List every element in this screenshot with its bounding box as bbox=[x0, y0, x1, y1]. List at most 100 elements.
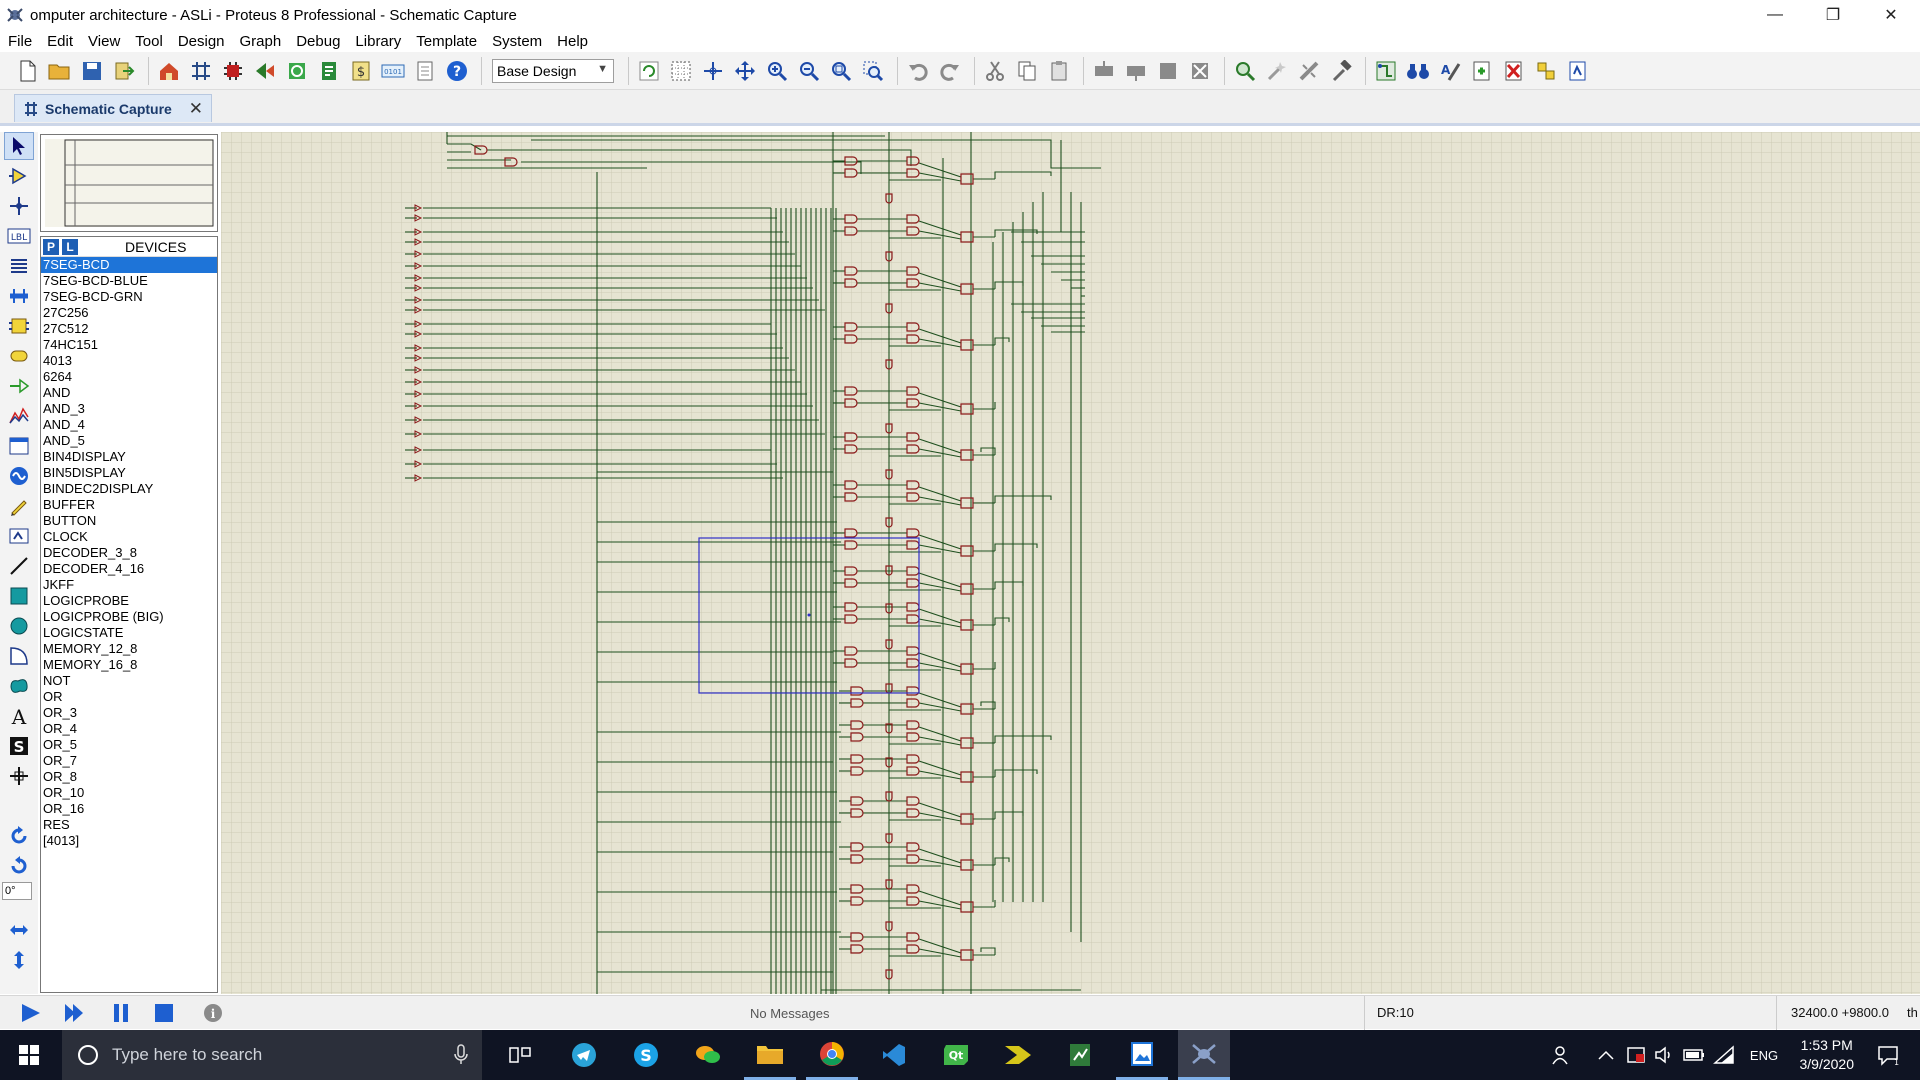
junction-mode-button[interactable] bbox=[4, 192, 34, 220]
terminal-app[interactable] bbox=[992, 1030, 1044, 1080]
bill-of-materials-button[interactable]: $ bbox=[347, 57, 375, 85]
device-list-item[interactable]: BIN4DISPLAY bbox=[41, 449, 217, 465]
volume-button[interactable] bbox=[1650, 1030, 1678, 1080]
3d-viewer-button[interactable] bbox=[251, 57, 279, 85]
device-list-item[interactable]: JKFF bbox=[41, 577, 217, 593]
terminals-mode-button[interactable] bbox=[4, 342, 34, 370]
device-list-item[interactable]: 74HC151 bbox=[41, 337, 217, 353]
tape-recorder-mode-button[interactable] bbox=[4, 432, 34, 460]
line-mode-button[interactable] bbox=[4, 552, 34, 580]
security-tray-icon[interactable] bbox=[1622, 1030, 1650, 1080]
device-list-item[interactable]: 7SEG-BCD-GRN bbox=[41, 289, 217, 305]
new-sheet-button[interactable] bbox=[1468, 57, 1496, 85]
remove-sheet-button[interactable] bbox=[1500, 57, 1528, 85]
library-manager-button[interactable]: L bbox=[62, 238, 78, 255]
proteus-app[interactable] bbox=[1178, 1030, 1230, 1080]
menu-design[interactable]: Design bbox=[178, 33, 225, 50]
step-simulation-button[interactable] bbox=[62, 1002, 88, 1024]
design-variant-select[interactable]: Base Design ▼ bbox=[492, 58, 614, 83]
menu-template[interactable]: Template bbox=[416, 33, 477, 50]
start-button[interactable] bbox=[0, 1030, 58, 1080]
search-tag-button[interactable] bbox=[1404, 57, 1432, 85]
import-button[interactable] bbox=[110, 57, 138, 85]
input-language-indicator[interactable]: ENG bbox=[1744, 1030, 1784, 1080]
device-list-item[interactable]: BUTTON bbox=[41, 513, 217, 529]
restore-button[interactable]: ❐ bbox=[1804, 0, 1862, 30]
marker-mode-button[interactable] bbox=[4, 762, 34, 790]
close-tab-icon[interactable]: ✕ bbox=[189, 99, 203, 119]
device-list-item[interactable]: 4013 bbox=[41, 353, 217, 369]
zoom-in-button[interactable] bbox=[763, 57, 791, 85]
redo-button[interactable] bbox=[936, 57, 964, 85]
battery-button[interactable] bbox=[1680, 1030, 1708, 1080]
taskbar-search-box[interactable]: Type here to search bbox=[62, 1030, 482, 1080]
device-list-item[interactable]: LOGICSTATE bbox=[41, 625, 217, 641]
notes-button[interactable] bbox=[411, 57, 439, 85]
block-move-button[interactable] bbox=[1122, 57, 1150, 85]
wechat-app[interactable] bbox=[682, 1030, 734, 1080]
menu-graph[interactable]: Graph bbox=[240, 33, 282, 50]
vscode-app[interactable] bbox=[868, 1030, 920, 1080]
action-center-button[interactable]: 1 bbox=[1868, 1030, 1908, 1080]
tab-schematic-capture[interactable]: Schematic Capture ✕ bbox=[14, 94, 212, 122]
text-script-mode-button[interactable] bbox=[4, 252, 34, 280]
device-list-item[interactable]: 7SEG-BCD-BLUE bbox=[41, 273, 217, 289]
schematic-button[interactable] bbox=[187, 57, 215, 85]
pan-button[interactable] bbox=[731, 57, 759, 85]
selection-mode-button[interactable] bbox=[4, 132, 34, 160]
design-explorer-button[interactable] bbox=[315, 57, 343, 85]
zoom-area-button[interactable] bbox=[859, 57, 887, 85]
wire-label-mode-button[interactable]: LBL bbox=[4, 222, 34, 250]
mirror-vertical-button[interactable] bbox=[4, 946, 34, 974]
block-delete-button[interactable] bbox=[1186, 57, 1214, 85]
pick-device-button[interactable] bbox=[1231, 57, 1259, 85]
design-rule-check-button[interactable] bbox=[1564, 57, 1592, 85]
network-button[interactable] bbox=[1710, 1030, 1738, 1080]
home-button[interactable] bbox=[155, 57, 183, 85]
zoom-all-button[interactable] bbox=[827, 57, 855, 85]
device-list-item[interactable]: MEMORY_12_8 bbox=[41, 641, 217, 657]
device-list-item[interactable]: OR_5 bbox=[41, 737, 217, 753]
packaging-tool-button[interactable] bbox=[1295, 57, 1323, 85]
virtual-instruments-mode-button[interactable] bbox=[4, 522, 34, 550]
circle-mode-button[interactable] bbox=[4, 612, 34, 640]
menu-tool[interactable]: Tool bbox=[135, 33, 163, 50]
path-mode-button[interactable] bbox=[4, 672, 34, 700]
pcb-layout-button[interactable] bbox=[219, 57, 247, 85]
menu-edit[interactable]: Edit bbox=[47, 33, 73, 50]
buses-mode-button[interactable] bbox=[4, 282, 34, 310]
device-list-item[interactable]: AND_3 bbox=[41, 401, 217, 417]
device-list-item[interactable]: OR_4 bbox=[41, 721, 217, 737]
graph-mode-button[interactable] bbox=[4, 402, 34, 430]
help-button[interactable]: ? bbox=[443, 57, 471, 85]
device-list-item[interactable]: LOGICPROBE (BIG) bbox=[41, 609, 217, 625]
device-list-item[interactable]: OR_8 bbox=[41, 769, 217, 785]
device-pins-mode-button[interactable] bbox=[4, 372, 34, 400]
microphone-icon[interactable] bbox=[454, 1044, 468, 1066]
menu-library[interactable]: Library bbox=[355, 33, 401, 50]
paste-button[interactable] bbox=[1045, 57, 1073, 85]
device-list-item[interactable]: DECODER_3_8 bbox=[41, 545, 217, 561]
source-code-button[interactable]: 0101 bbox=[379, 57, 407, 85]
block-copy-button[interactable] bbox=[1090, 57, 1118, 85]
save-button[interactable] bbox=[78, 57, 106, 85]
device-list-item[interactable]: BINDEC2DISPLAY bbox=[41, 481, 217, 497]
show-hidden-icons-button[interactable] bbox=[1592, 1030, 1620, 1080]
block-rotate-button[interactable] bbox=[1154, 57, 1182, 85]
device-list-item[interactable]: OR bbox=[41, 689, 217, 705]
message-info-button[interactable]: i bbox=[200, 1002, 226, 1024]
device-list-item[interactable]: 7SEG-BCD bbox=[41, 257, 217, 273]
close-button[interactable]: ✕ bbox=[1862, 0, 1920, 30]
device-list-item[interactable]: OR_3 bbox=[41, 705, 217, 721]
minimize-button[interactable]: — bbox=[1746, 0, 1804, 30]
rotate-anticlockwise-button[interactable] bbox=[4, 852, 34, 880]
device-list-item[interactable]: NOT bbox=[41, 673, 217, 689]
device-list-item[interactable]: OR_7 bbox=[41, 753, 217, 769]
device-list-item[interactable]: AND_4 bbox=[41, 417, 217, 433]
wire-autorouter-button[interactable] bbox=[1372, 57, 1400, 85]
device-list-item[interactable]: 27C512 bbox=[41, 321, 217, 337]
people-button[interactable] bbox=[1544, 1030, 1580, 1080]
open-file-button[interactable] bbox=[46, 57, 74, 85]
device-list-item[interactable]: CLOCK bbox=[41, 529, 217, 545]
file-explorer-app[interactable] bbox=[744, 1030, 796, 1080]
